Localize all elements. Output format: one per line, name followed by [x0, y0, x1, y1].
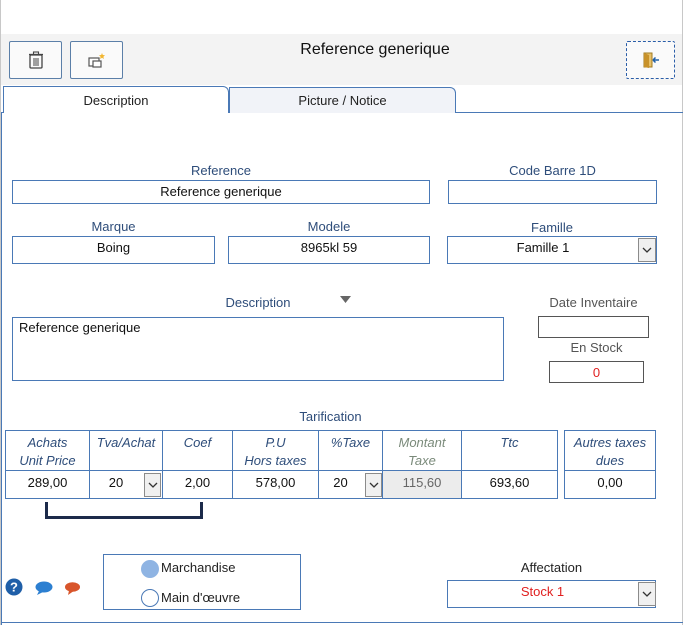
modele-label: Modele [307, 219, 351, 234]
tva-achat-header-text: Tva/Achat [96, 435, 156, 450]
pu-header-line1: P.U [265, 435, 286, 450]
autres-header-line1: Autres taxes [573, 435, 647, 450]
tab-description[interactable]: Description [3, 86, 229, 113]
taxe-header-text: %Taxe [330, 435, 371, 450]
radio-marchandise[interactable] [141, 560, 159, 578]
radio-main-oeuvre[interactable] [141, 589, 159, 607]
date-inventaire-field[interactable] [538, 316, 649, 338]
tva-achat-dropdown-button[interactable] [144, 473, 161, 497]
montant-header-line1: Montant [398, 435, 446, 450]
coef-header-text: Coef [183, 435, 212, 450]
sort-down-icon[interactable] [340, 296, 351, 303]
panel-bottom-border [1, 622, 683, 623]
pu-header: P.U Hors taxes [232, 430, 319, 471]
taxe-header: %Taxe [318, 430, 383, 471]
delete-button[interactable] [9, 41, 62, 79]
code-barre-field[interactable] [448, 180, 657, 204]
exit-button[interactable] [626, 41, 675, 79]
chevron-down-icon [148, 482, 157, 488]
affectation-select[interactable]: Stock 1 [447, 580, 656, 608]
autres-taxes-field[interactable]: 0,00 [564, 470, 656, 499]
radio-marchandise-label: Marchandise [161, 560, 236, 575]
montant-header-line2: Taxe [408, 453, 436, 468]
ttc-header: Ttc [461, 430, 558, 471]
achats-header-line1: Achats [27, 435, 68, 450]
tarification-title: Tarification [299, 409, 362, 424]
achats-header-line2: Unit Price [19, 453, 76, 468]
ttc-field[interactable]: 693,60 [461, 470, 558, 499]
pu-header-line2: Hors taxes [244, 453, 307, 468]
famille-label: Famille [531, 220, 573, 235]
en-stock-label: En Stock [570, 340, 623, 355]
svg-text:?: ? [10, 580, 18, 595]
tab-picture-notice[interactable]: Picture / Notice [229, 87, 456, 113]
achats-field[interactable]: 289,00 [5, 470, 90, 499]
taxe-dropdown-button[interactable] [365, 473, 382, 497]
famille-select[interactable]: Famille 1 [447, 236, 657, 264]
en-stock-field: 0 [549, 361, 644, 383]
page-title: Reference generique [300, 41, 450, 58]
tva-achat-header: Tva/Achat [89, 430, 163, 471]
montant-taxe-header: Montant Taxe [382, 430, 462, 471]
date-inventaire-label: Date Inventaire [549, 295, 638, 310]
autres-header-line2: dues [595, 453, 625, 468]
modele-field[interactable]: 8965kl 59 [228, 236, 430, 264]
chevron-down-icon [642, 591, 652, 597]
marque-field[interactable]: Boing [12, 236, 215, 264]
tab-baseline [456, 112, 683, 113]
new-record-icon [87, 53, 105, 68]
affectation-dropdown-button[interactable] [638, 582, 656, 606]
description-label: Description [225, 295, 291, 310]
exit-door-icon [643, 52, 659, 68]
reference-label: Reference [191, 163, 251, 178]
radio-main-oeuvre-label: Main d'œuvre [161, 590, 241, 605]
chevron-down-icon [642, 247, 652, 253]
autres-taxes-header: Autres taxes dues [564, 430, 656, 471]
chat-bubble-blue-icon[interactable] [34, 580, 54, 596]
coef-header: Coef [162, 430, 233, 471]
montant-taxe-field: 115,60 [382, 470, 462, 499]
affectation-label: Affectation [520, 560, 583, 575]
help-icon[interactable]: ? [5, 578, 23, 596]
reference-field[interactable]: Reference generique [12, 180, 430, 204]
new-record-button[interactable] [70, 41, 123, 79]
window-edge-right [682, 0, 683, 625]
achats-header: Achats Unit Price [5, 430, 90, 471]
pu-field[interactable]: 578,00 [232, 470, 319, 499]
chat-bubble-orange-icon[interactable] [64, 581, 81, 596]
panel-border [1, 113, 2, 625]
trash-icon [28, 51, 43, 69]
ttc-header-text: Ttc [500, 435, 519, 450]
famille-dropdown-button[interactable] [638, 238, 656, 262]
coef-field[interactable]: 2,00 [162, 470, 233, 499]
code-barre-label: Code Barre 1D [509, 163, 596, 178]
marque-label: Marque [91, 219, 136, 234]
chevron-down-icon [369, 482, 378, 488]
description-textarea[interactable]: Reference generique [12, 317, 504, 381]
link-bracket [45, 502, 203, 519]
